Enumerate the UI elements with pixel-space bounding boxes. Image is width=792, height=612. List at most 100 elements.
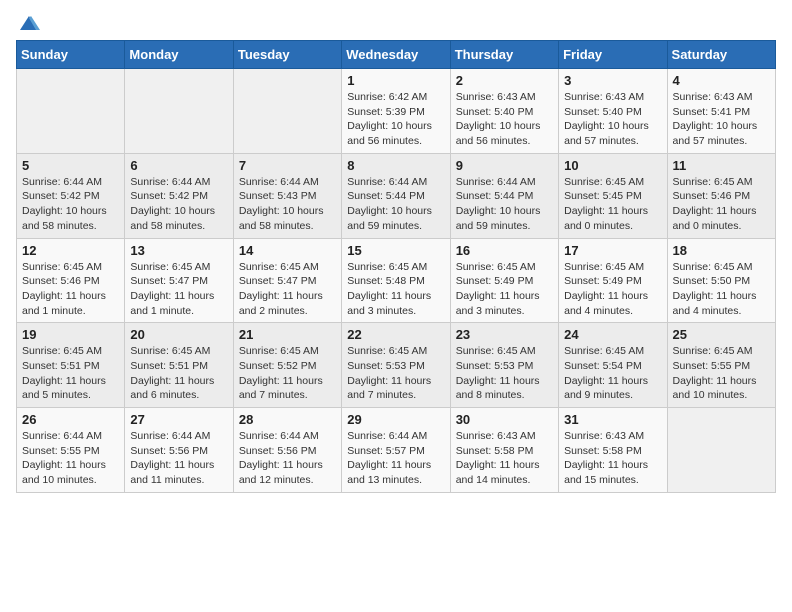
day-info: Sunrise: 6:45 AM Sunset: 5:53 PM Dayligh… (347, 344, 444, 403)
week-row-1: 1 Sunrise: 6:42 AM Sunset: 5:39 PM Daylig… (17, 69, 776, 154)
day-number: 25 (673, 327, 770, 342)
day-number: 23 (456, 327, 553, 342)
day-info: Sunrise: 6:45 AM Sunset: 5:45 PM Dayligh… (564, 175, 661, 234)
day-number: 10 (564, 158, 661, 173)
day-info: Sunrise: 6:45 AM Sunset: 5:52 PM Dayligh… (239, 344, 336, 403)
day-cell: 5Sunrise: 6:44 AM Sunset: 5:42 PM Daylig… (17, 153, 125, 238)
day-info: Sunrise: 6:45 AM Sunset: 5:49 PM Dayligh… (564, 260, 661, 319)
day-number: 17 (564, 243, 661, 258)
logo (16, 16, 40, 28)
day-number: 2 (456, 73, 553, 88)
day-info: Sunrise: 6:44 AM Sunset: 5:44 PM Dayligh… (347, 175, 444, 234)
calendar: SundayMondayTuesdayWednesdayThursdayFrid… (16, 40, 776, 493)
day-info: Sunrise: 6:43 AM Sunset: 5:40 PM Dayligh… (456, 90, 553, 149)
weekday-header-row: SundayMondayTuesdayWednesdayThursdayFrid… (17, 41, 776, 69)
day-number: 14 (239, 243, 336, 258)
day-info: Sunrise: 6:44 AM Sunset: 5:56 PM Dayligh… (130, 429, 227, 488)
day-number: 1 (347, 73, 444, 88)
day-info: Sunrise: 6:45 AM Sunset: 5:47 PM Dayligh… (239, 260, 336, 319)
day-number: 19 (22, 327, 119, 342)
day-cell: 4 Sunrise: 6:43 AM Sunset: 5:41 PM Daylig… (667, 69, 775, 154)
day-number: 9 (456, 158, 553, 173)
day-cell (667, 408, 775, 493)
weekday-header-saturday: Saturday (667, 41, 775, 69)
day-cell: 12 Sunrise: 6:45 AM Sunset: 5:46 PM Dayli… (17, 238, 125, 323)
day-info: Sunrise: 6:45 AM Sunset: 5:53 PM Dayligh… (456, 344, 553, 403)
day-number: 12 (22, 243, 119, 258)
day-info: Sunrise: 6:44 AM Sunset: 5:44 PM Dayligh… (456, 175, 553, 234)
day-info: Sunrise: 6:44 AM Sunset: 5:55 PM Dayligh… (22, 429, 119, 488)
weekday-header-sunday: Sunday (17, 41, 125, 69)
day-number: 29 (347, 412, 444, 427)
day-info: Sunrise: 6:44 AM Sunset: 5:42 PM Dayligh… (130, 175, 227, 234)
day-cell: 14 Sunrise: 6:45 AM Sunset: 5:47 PM Dayli… (233, 238, 341, 323)
day-info: Sunrise: 6:45 AM Sunset: 5:46 PM Dayligh… (22, 260, 119, 319)
day-cell: 6Sunrise: 6:44 AM Sunset: 5:42 PM Daylig… (125, 153, 233, 238)
week-row-5: 26 Sunrise: 6:44 AM Sunset: 5:55 PM Dayli… (17, 408, 776, 493)
day-cell: 1 Sunrise: 6:42 AM Sunset: 5:39 PM Daylig… (342, 69, 450, 154)
day-info: Sunrise: 6:43 AM Sunset: 5:58 PM Dayligh… (564, 429, 661, 488)
day-cell: 25 Sunrise: 6:45 AM Sunset: 5:55 PM Dayli… (667, 323, 775, 408)
day-number: 7 (239, 158, 336, 173)
day-info: Sunrise: 6:45 AM Sunset: 5:51 PM Dayligh… (130, 344, 227, 403)
day-info: Sunrise: 6:44 AM Sunset: 5:43 PM Dayligh… (239, 175, 336, 234)
day-cell: 3 Sunrise: 6:43 AM Sunset: 5:40 PM Daylig… (559, 69, 667, 154)
day-number: 16 (456, 243, 553, 258)
day-cell: 31Sunrise: 6:43 AM Sunset: 5:58 PM Dayli… (559, 408, 667, 493)
day-info: Sunrise: 6:45 AM Sunset: 5:48 PM Dayligh… (347, 260, 444, 319)
day-cell: 18Sunrise: 6:45 AM Sunset: 5:50 PM Dayli… (667, 238, 775, 323)
day-cell: 16 Sunrise: 6:45 AM Sunset: 5:49 PM Dayli… (450, 238, 558, 323)
day-info: Sunrise: 6:45 AM Sunset: 5:55 PM Dayligh… (673, 344, 770, 403)
day-number: 4 (673, 73, 770, 88)
day-info: Sunrise: 6:44 AM Sunset: 5:57 PM Dayligh… (347, 429, 444, 488)
day-info: Sunrise: 6:45 AM Sunset: 5:49 PM Dayligh… (456, 260, 553, 319)
day-info: Sunrise: 6:42 AM Sunset: 5:39 PM Dayligh… (347, 90, 444, 149)
day-number: 28 (239, 412, 336, 427)
day-cell: 28 Sunrise: 6:44 AM Sunset: 5:56 PM Dayli… (233, 408, 341, 493)
day-number: 13 (130, 243, 227, 258)
day-cell: 10 Sunrise: 6:45 AM Sunset: 5:45 PM Dayli… (559, 153, 667, 238)
weekday-header-wednesday: Wednesday (342, 41, 450, 69)
day-cell (233, 69, 341, 154)
day-cell: 30 Sunrise: 6:43 AM Sunset: 5:58 PM Dayli… (450, 408, 558, 493)
day-number: 15 (347, 243, 444, 258)
day-cell (17, 69, 125, 154)
week-row-2: 5Sunrise: 6:44 AM Sunset: 5:42 PM Daylig… (17, 153, 776, 238)
weekday-header-thursday: Thursday (450, 41, 558, 69)
day-info: Sunrise: 6:44 AM Sunset: 5:56 PM Dayligh… (239, 429, 336, 488)
day-number: 11 (673, 158, 770, 173)
day-number: 8 (347, 158, 444, 173)
day-cell: 24 Sunrise: 6:45 AM Sunset: 5:54 PM Dayli… (559, 323, 667, 408)
day-number: 27 (130, 412, 227, 427)
day-cell: 8 Sunrise: 6:44 AM Sunset: 5:44 PM Daylig… (342, 153, 450, 238)
day-cell: 17 Sunrise: 6:45 AM Sunset: 5:49 PM Dayli… (559, 238, 667, 323)
day-cell: 7 Sunrise: 6:44 AM Sunset: 5:43 PM Daylig… (233, 153, 341, 238)
day-number: 20 (130, 327, 227, 342)
day-info: Sunrise: 6:45 AM Sunset: 5:54 PM Dayligh… (564, 344, 661, 403)
weekday-header-monday: Monday (125, 41, 233, 69)
day-number: 24 (564, 327, 661, 342)
day-cell: 19 Sunrise: 6:45 AM Sunset: 5:51 PM Dayli… (17, 323, 125, 408)
day-info: Sunrise: 6:43 AM Sunset: 5:40 PM Dayligh… (564, 90, 661, 149)
day-number: 22 (347, 327, 444, 342)
day-cell: 11 Sunrise: 6:45 AM Sunset: 5:46 PM Dayli… (667, 153, 775, 238)
day-info: Sunrise: 6:45 AM Sunset: 5:47 PM Dayligh… (130, 260, 227, 319)
day-info: Sunrise: 6:43 AM Sunset: 5:41 PM Dayligh… (673, 90, 770, 149)
day-number: 3 (564, 73, 661, 88)
day-number: 26 (22, 412, 119, 427)
day-cell (125, 69, 233, 154)
day-info: Sunrise: 6:45 AM Sunset: 5:46 PM Dayligh… (673, 175, 770, 234)
day-info: Sunrise: 6:45 AM Sunset: 5:51 PM Dayligh… (22, 344, 119, 403)
day-cell: 27 Sunrise: 6:44 AM Sunset: 5:56 PM Dayli… (125, 408, 233, 493)
day-cell: 20 Sunrise: 6:45 AM Sunset: 5:51 PM Dayli… (125, 323, 233, 408)
day-cell: 9 Sunrise: 6:44 AM Sunset: 5:44 PM Daylig… (450, 153, 558, 238)
day-info: Sunrise: 6:44 AM Sunset: 5:42 PM Dayligh… (22, 175, 119, 234)
day-cell: 22 Sunrise: 6:45 AM Sunset: 5:53 PM Dayli… (342, 323, 450, 408)
day-cell: 21Sunrise: 6:45 AM Sunset: 5:52 PM Dayli… (233, 323, 341, 408)
day-info: Sunrise: 6:43 AM Sunset: 5:58 PM Dayligh… (456, 429, 553, 488)
day-cell: 29 Sunrise: 6:44 AM Sunset: 5:57 PM Dayli… (342, 408, 450, 493)
week-row-4: 19 Sunrise: 6:45 AM Sunset: 5:51 PM Dayli… (17, 323, 776, 408)
day-cell: 2 Sunrise: 6:43 AM Sunset: 5:40 PM Daylig… (450, 69, 558, 154)
day-cell: 13 Sunrise: 6:45 AM Sunset: 5:47 PM Dayli… (125, 238, 233, 323)
day-number: 30 (456, 412, 553, 427)
